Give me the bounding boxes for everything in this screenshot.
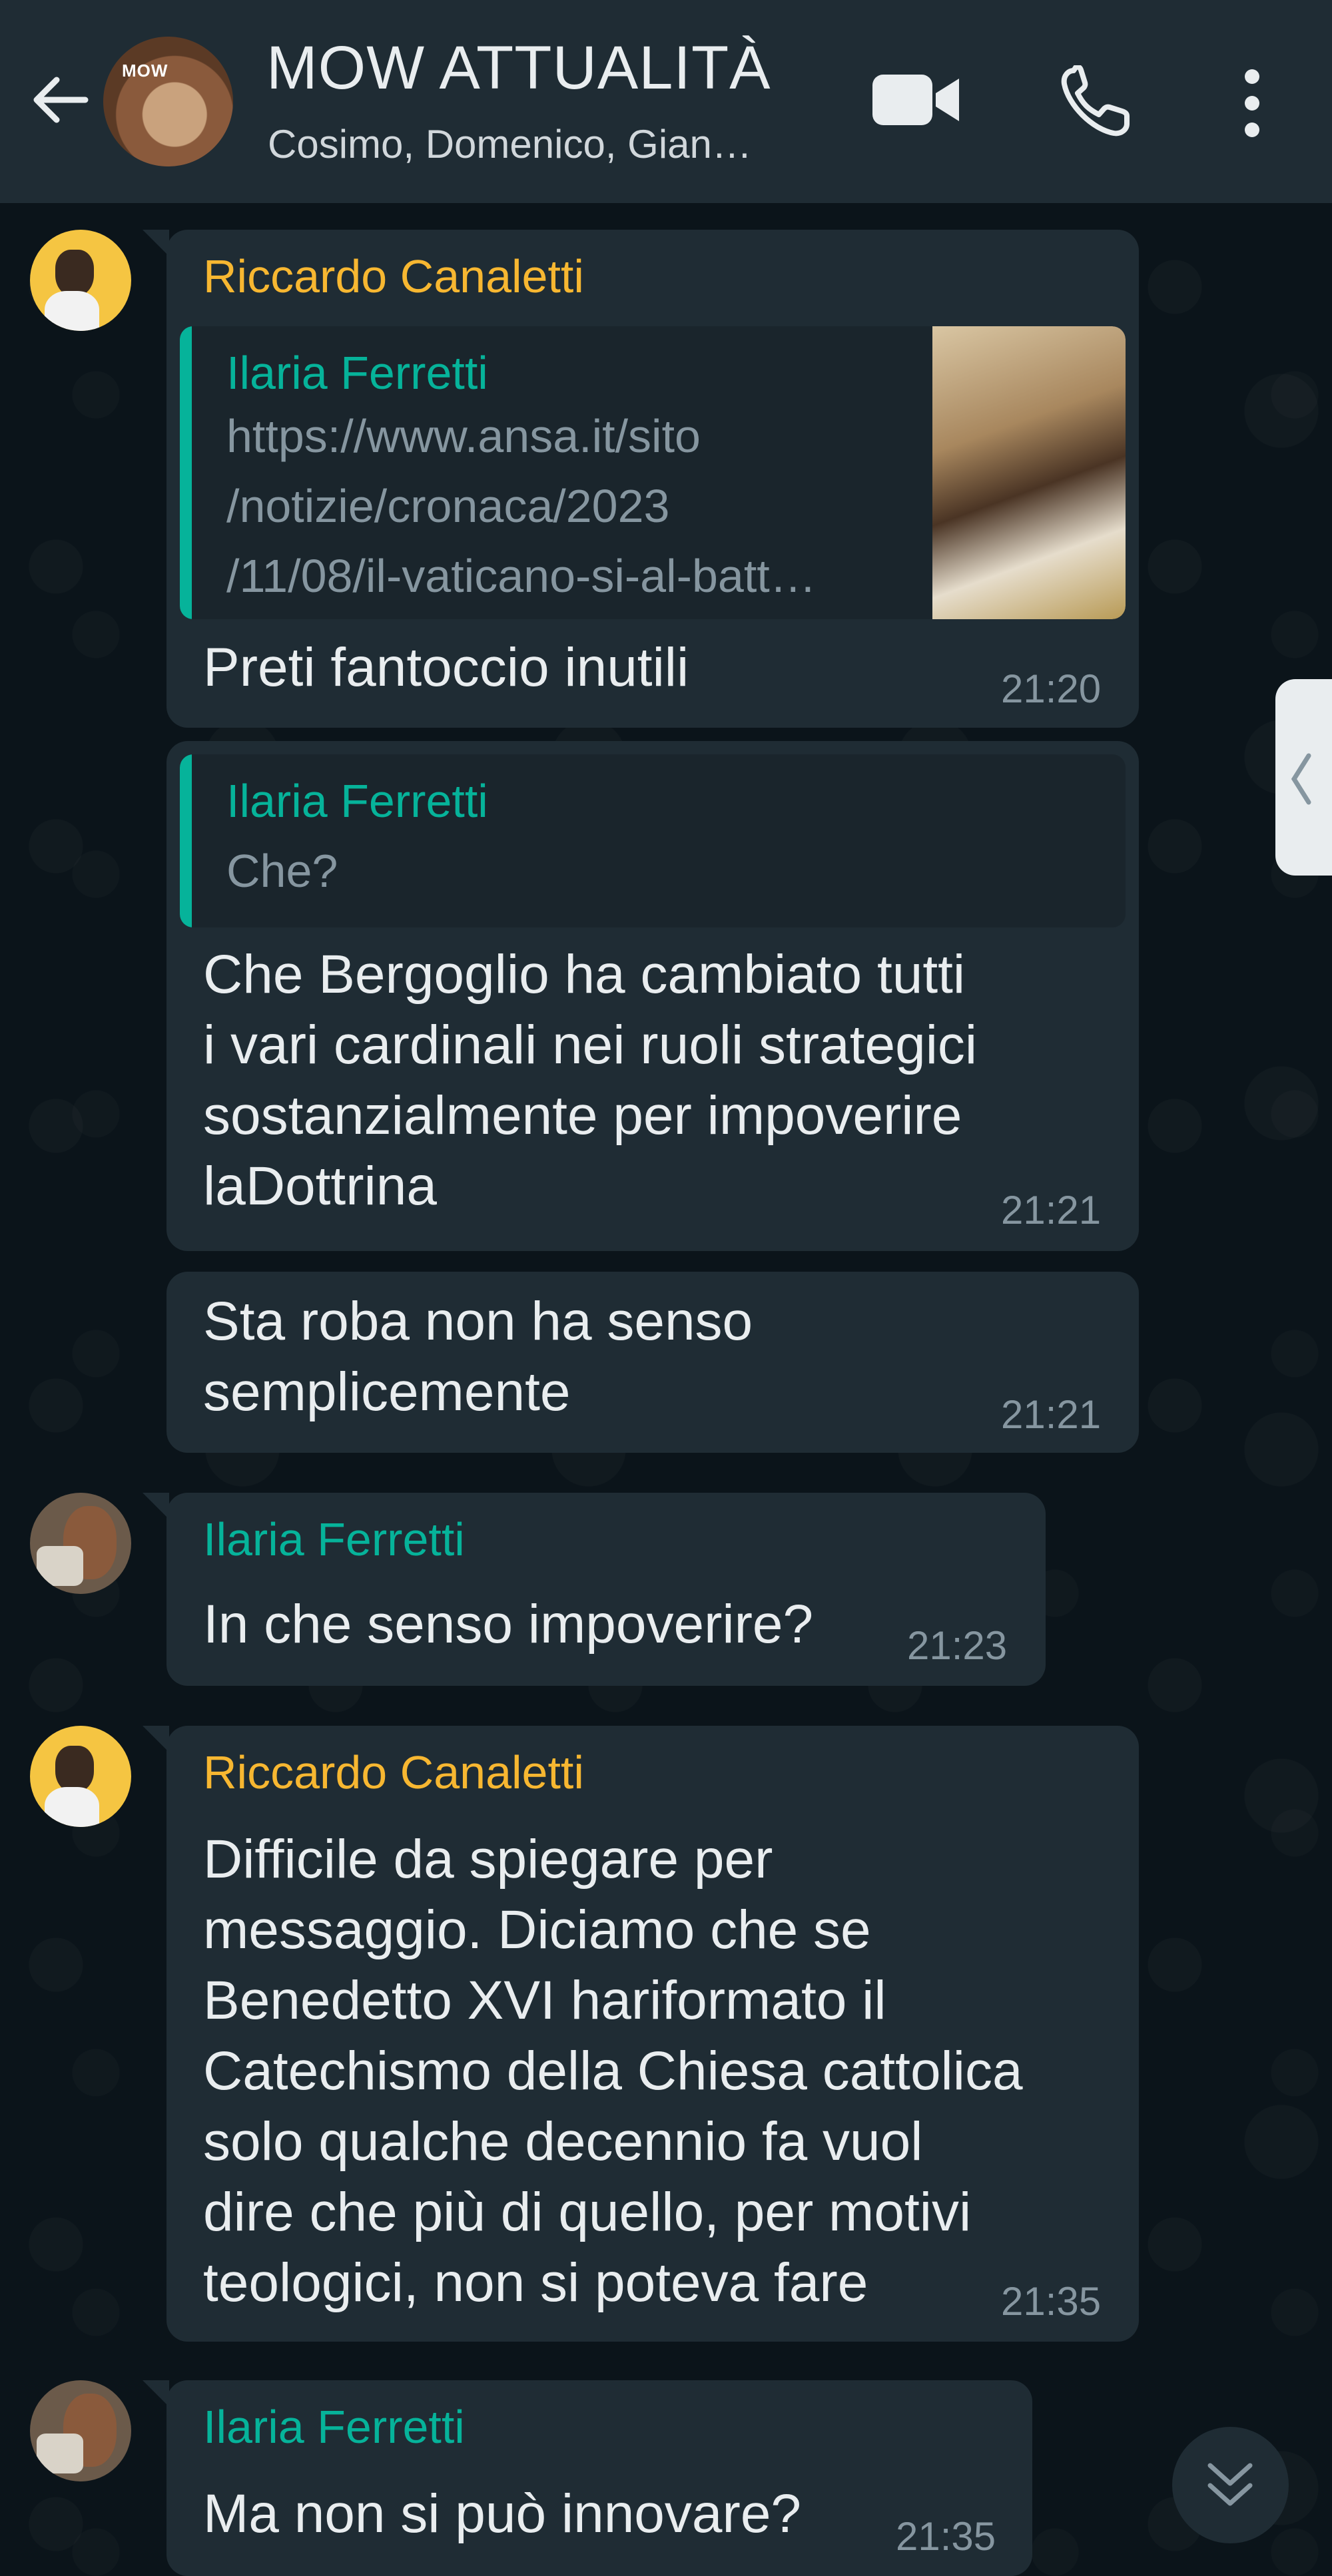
message-time: 21:35	[1001, 2279, 1102, 2324]
message-time: 21:35	[896, 2514, 996, 2559]
sender-name[interactable]: Ilaria Ferretti	[203, 2400, 465, 2453]
side-panel-handle[interactable]	[1275, 679, 1332, 876]
message-text: messaggio. Diciamo che se	[203, 1900, 871, 1960]
message-text: Ma non si può innovare?	[203, 2483, 802, 2544]
message-text: semplicemente	[203, 1362, 571, 1422]
message-text: Benedetto XVI hariformato il	[203, 1970, 886, 2031]
message-text: Difficile da spiegare per	[203, 1829, 773, 1890]
message-bubble[interactable]: Ilaria Ferretti Che? Che Bergoglio ha ca…	[166, 741, 1139, 1251]
message-text: i vari cardinali nei ruoli strategici	[203, 1015, 978, 1075]
message-text: teologici, non si poteva fare	[203, 2252, 868, 2313]
message-text: solo qualche decennio fa vuol	[203, 2111, 923, 2172]
message-bubble[interactable]: Ilaria Ferretti In che senso impoverire?…	[143, 1493, 1046, 1686]
more-vert-icon[interactable]	[1232, 67, 1272, 140]
video-call-icon[interactable]	[869, 67, 962, 133]
message-time: 21:21	[1001, 1188, 1102, 1232]
quote-accent-bar	[180, 326, 192, 619]
quoted-message-text: Che?	[226, 845, 338, 897]
quote-accent-bar	[180, 754, 192, 927]
message-text: Preti fantoccio inutili	[203, 637, 689, 698]
message-text: Sta roba non ha senso	[203, 1291, 753, 1352]
message-bubble[interactable]: Riccardo Canaletti Ilaria Ferretti https…	[143, 230, 1139, 728]
message-time: 21:21	[1001, 1392, 1102, 1437]
message-text: sostanzialmente per impoverire	[203, 1085, 962, 1146]
quoted-link-text: /notizie/cronaca/2023	[226, 480, 670, 532]
message-text: Che Bergoglio ha cambiato tutti	[203, 944, 966, 1005]
link-preview-thumbnail	[932, 326, 1126, 619]
quoted-link-text: https://www.ansa.it/sito	[226, 410, 701, 462]
sender-name[interactable]: Riccardo Canaletti	[203, 250, 584, 303]
phone-icon[interactable]	[1059, 65, 1132, 138]
message-bubble[interactable]: Riccardo Canaletti Difficile da spiegare…	[143, 1726, 1139, 2342]
message-bubble[interactable]: Ilaria Ferretti Ma non si può innovare? …	[143, 2380, 1032, 2576]
group-title[interactable]: MOW ATTUALITÀ	[266, 33, 771, 103]
message-text: laDottrina	[203, 1156, 437, 1216]
message-text: dire che più di quello, per motivi	[203, 2182, 972, 2242]
sender-avatar[interactable]	[30, 1493, 131, 1594]
quoted-message[interactable]: Ilaria Ferretti https://www.ansa.it/sito…	[180, 326, 1126, 619]
quoted-sender-name: Ilaria Ferretti	[226, 347, 488, 399]
sender-avatar[interactable]	[30, 230, 131, 331]
double-chevron-down-icon	[1207, 2463, 1253, 2506]
chevron-left-icon	[1291, 753, 1311, 805]
quoted-link-text: /11/08/il-vaticano-si-al-batt…	[226, 550, 817, 602]
message-text: In che senso impoverire?	[203, 1594, 814, 1655]
chat-header: MOW MOW ATTUALITÀ Cosimo, Domenico, Gian…	[0, 0, 1332, 203]
message-time: 21:20	[1001, 666, 1102, 711]
group-avatar-logo: MOW	[122, 61, 168, 81]
sender-name[interactable]: Ilaria Ferretti	[203, 1513, 465, 1566]
message-text: Catechismo della Chiesa cattolica	[203, 2041, 1023, 2101]
group-members-subtitle[interactable]: Cosimo, Domenico, Gian…	[268, 121, 752, 167]
sender-avatar[interactable]	[30, 1726, 131, 1827]
quoted-sender-name: Ilaria Ferretti	[226, 775, 488, 827]
message-bubble[interactable]: Sta roba non ha senso semplicemente 21:2…	[166, 1272, 1139, 1453]
back-arrow-icon[interactable]	[27, 67, 93, 133]
message-time: 21:23	[907, 1623, 1008, 1668]
group-avatar[interactable]: MOW	[103, 37, 233, 166]
quoted-message[interactable]: Ilaria Ferretti Che?	[180, 754, 1126, 927]
sender-name[interactable]: Riccardo Canaletti	[203, 1746, 584, 1799]
sender-avatar[interactable]	[30, 2380, 131, 2481]
scroll-to-bottom-button[interactable]	[1172, 2427, 1289, 2543]
